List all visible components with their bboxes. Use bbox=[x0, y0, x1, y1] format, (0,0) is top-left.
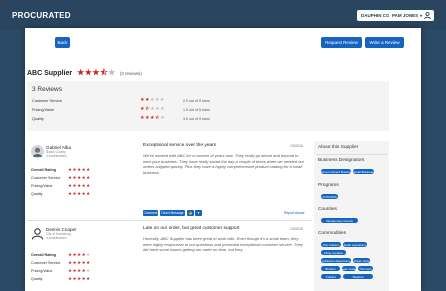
thumbs-up-icon[interactable]: 👍 bbox=[187, 210, 194, 216]
summary-text: 2.0 out of 5 stars bbox=[183, 99, 210, 103]
programs-heading: Programs bbox=[318, 183, 339, 188]
summary-text: 1.5 out of 5 stars bbox=[183, 108, 210, 112]
tag-commodity[interactable]: Paper cutters bbox=[340, 266, 358, 271]
rating-stars: ★★★★★ bbox=[68, 252, 91, 257]
user-menu[interactable]: PAM JONES ▾ bbox=[389, 10, 435, 21]
summary-label: Quality bbox=[32, 117, 44, 121]
reviewer-contributions: 4 contributions bbox=[46, 154, 67, 158]
reviewer-contributions: 4 contributions bbox=[46, 236, 67, 240]
rating-stars: ★★★★★ bbox=[68, 183, 91, 188]
rating-label: Customer Service bbox=[31, 176, 61, 180]
summary-stars: ★★★⯪★ bbox=[140, 115, 166, 121]
rating-label: Quality bbox=[31, 192, 43, 196]
tag-county[interactable]: Montgomery County bbox=[321, 218, 358, 223]
tag-commodity[interactable]: Pen holders bbox=[321, 242, 341, 247]
request-review-button[interactable]: Request Review bbox=[321, 37, 362, 48]
comment-button[interactable]: Comment bbox=[143, 210, 158, 216]
summary-label: Customer Service bbox=[32, 99, 63, 103]
review-title: Late on our order, but great customer su… bbox=[143, 226, 240, 231]
summary-heading: 3 Reviews bbox=[32, 86, 62, 93]
rating-stars: ★★★★★ bbox=[68, 260, 91, 265]
supplier-rating-stars: ★★★⯪★ bbox=[77, 68, 116, 77]
tag-commodity[interactable]: Staplers bbox=[343, 274, 373, 279]
tag-designator[interactable]: Small Business bbox=[353, 169, 374, 174]
rating-label: Overall Rating bbox=[31, 168, 57, 172]
counties-heading: Counties bbox=[318, 207, 337, 212]
chevron-down-icon: ▾ bbox=[420, 13, 423, 18]
review-body: Honestly, ABC Supplier has been great to… bbox=[143, 236, 303, 252]
review-title: Exceptional service over the years bbox=[143, 143, 217, 148]
tag-designator[interactable]: Woman-Owned Business bbox=[319, 169, 353, 174]
direct-message-button[interactable]: Direct Message bbox=[160, 210, 185, 216]
supplier-name: ABC Supplier bbox=[27, 70, 73, 77]
tag-commodity[interactable]: Desk organizers bbox=[343, 242, 367, 247]
review-divider bbox=[27, 220, 312, 221]
summary-stars: ★★★★★ bbox=[140, 97, 165, 103]
tag-commodity[interactable]: Adhesive dispensers bbox=[321, 258, 351, 263]
summary-text: 3.5 out of 5 stars bbox=[183, 117, 210, 121]
tag-program[interactable]: COSTARS bbox=[321, 194, 338, 199]
about-heading: About this Supplier bbox=[318, 145, 359, 150]
summary-stars: ★⯪★★★ bbox=[140, 106, 166, 112]
rating-label: Customer Service bbox=[31, 261, 61, 265]
designators-heading: Business Designators bbox=[318, 158, 365, 163]
rating-stars: ★★★★★ bbox=[68, 276, 91, 281]
sidebar-divider bbox=[316, 154, 387, 155]
review-body: We've worked with ABC for a number of ye… bbox=[143, 153, 304, 175]
rating-label: Pricing/Value bbox=[31, 184, 53, 188]
review-summary bbox=[27, 81, 389, 131]
tag-commodity[interactable]: Binders bbox=[321, 266, 340, 271]
report-abuse-link[interactable]: Report Abuse bbox=[284, 211, 305, 215]
write-review-button[interactable]: Write a Review bbox=[365, 37, 404, 48]
commodities-heading: Commodities bbox=[318, 231, 346, 236]
back-button[interactable]: Back bbox=[55, 37, 70, 48]
reviewer-avatar-icon bbox=[31, 228, 44, 240]
review-date: 2/5/2018 bbox=[290, 144, 303, 148]
rating-stars: ★★★★★ bbox=[68, 191, 91, 196]
supplier-title: ABC Supplier ★★★⯪★ (3 reviews) bbox=[27, 67, 142, 81]
tag-commodity[interactable]: Trimmers bbox=[358, 266, 373, 271]
user-name: PAM JONES bbox=[392, 13, 419, 18]
rating-label: Quality bbox=[31, 277, 43, 281]
rating-stars: ★★★★★ bbox=[68, 268, 91, 273]
rating-stars: ★★★★★ bbox=[68, 167, 91, 172]
tag-commodity[interactable]: Paper clips bbox=[353, 258, 370, 263]
review-date: 2/5/2018 bbox=[290, 227, 303, 231]
thumbs-down-icon[interactable]: ▼ bbox=[195, 210, 202, 216]
user-icon bbox=[424, 12, 431, 19]
tag-commodity[interactable]: Filing supplies bbox=[321, 250, 346, 255]
reviewer-avatar-icon bbox=[31, 145, 44, 158]
rating-label: Pricing/Value bbox=[31, 269, 53, 273]
tag-commodity[interactable]: Folders bbox=[321, 274, 341, 279]
rating-stars: ★★★★★ bbox=[68, 175, 91, 180]
brand-logo[interactable]: PROCURATED bbox=[12, 11, 71, 20]
reviews-count: (3 reviews) bbox=[119, 71, 142, 76]
summary-label: Pricing/Value bbox=[32, 108, 55, 112]
rating-label: Overall Rating bbox=[31, 253, 57, 257]
